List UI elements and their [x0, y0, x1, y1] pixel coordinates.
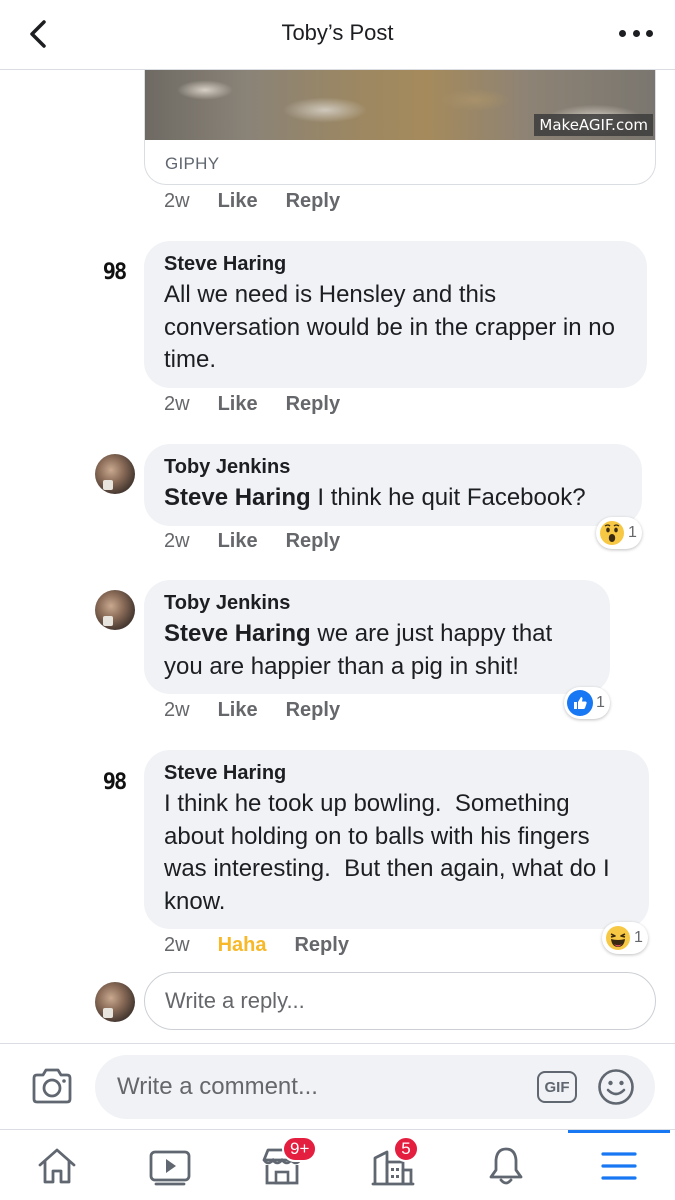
bottom-tab-bar: 9+ 5 — [0, 1129, 675, 1200]
menu-icon — [601, 1152, 637, 1180]
like-button[interactable]: Like — [218, 530, 258, 553]
like-button[interactable]: Like — [218, 190, 258, 213]
gif-source-label: GIPHY — [165, 154, 220, 173]
emoji-button[interactable] — [597, 1068, 635, 1106]
comment-author[interactable]: Toby Jenkins — [164, 456, 622, 479]
comment-bubble[interactable]: Steve Haring I think he took up bowling.… — [144, 750, 649, 929]
gif-button[interactable]: GIF — [537, 1071, 577, 1103]
comment-placeholder: Write a comment... — [117, 1073, 318, 1100]
watch-icon — [149, 1150, 191, 1186]
mention-link[interactable]: Steve Haring — [164, 484, 311, 511]
tab-home[interactable] — [33, 1142, 81, 1190]
avatar[interactable]: 98 — [94, 762, 134, 802]
comment-timestamp: 2w — [164, 190, 190, 212]
comment-text: I think he took up bowling. Something ab… — [164, 788, 629, 918]
comment-meta: 2w Like Reply — [164, 190, 340, 213]
dot-icon — [619, 29, 626, 37]
comment-timestamp: 2w — [164, 934, 190, 956]
gif-image[interactable]: MakeAGIF.com — [145, 70, 655, 140]
home-icon — [38, 1148, 76, 1184]
like-button[interactable]: Like — [218, 699, 258, 722]
reaction-summary[interactable]: 1 — [602, 922, 648, 954]
tab-marketplace[interactable]: 9+ — [258, 1136, 318, 1190]
reaction-summary[interactable]: 1 — [564, 687, 610, 719]
comment-text: Steve Haring I think he quit Facebook? — [164, 482, 622, 515]
comment-composer: Write a comment... GIF — [0, 1043, 675, 1129]
reaction-summary[interactable]: 1 — [596, 517, 642, 549]
reply-button[interactable]: Reply — [286, 393, 340, 416]
avatar[interactable] — [95, 454, 135, 494]
gif-watermark: MakeAGIF.com — [534, 114, 653, 136]
comment-bubble[interactable]: Steve Haring All we need is Hensley and … — [144, 241, 647, 388]
tab-watch[interactable] — [146, 1142, 194, 1190]
avatar-logo-text: 98 — [102, 769, 127, 795]
comment-timestamp: 2w — [164, 393, 190, 415]
avatar — [95, 982, 135, 1022]
avatar[interactable]: 98 — [94, 252, 134, 292]
bell-icon — [489, 1147, 523, 1185]
tab-groups[interactable]: 5 — [369, 1136, 419, 1190]
comment-body: I think he quit Facebook? — [310, 484, 586, 511]
comment-body: All we need is Hensley and this conversa… — [164, 281, 615, 373]
like-button[interactable]: Like — [218, 393, 258, 416]
reply-button[interactable]: Reply — [286, 530, 340, 553]
tab-notifications[interactable] — [482, 1142, 530, 1190]
avatar[interactable] — [95, 590, 135, 630]
reply-button[interactable]: Reply — [286, 699, 340, 722]
comment-input[interactable]: Write a comment... GIF — [95, 1055, 655, 1119]
comment-bubble[interactable]: Toby Jenkins Steve Haring we are just ha… — [144, 580, 610, 694]
comment-body: I think he took up bowling. Something ab… — [164, 790, 617, 915]
page-title: Toby’s Post — [281, 20, 394, 45]
avatar-logo-text: 98 — [102, 259, 127, 285]
reply-button[interactable]: Reply — [294, 934, 348, 957]
comment-meta: 2w Haha Reply — [164, 934, 349, 957]
smiley-icon — [598, 1069, 634, 1105]
notification-badge: 9+ — [282, 1136, 318, 1162]
comment-meta: 2w Like Reply — [164, 699, 340, 722]
mention-link[interactable]: Steve Haring — [164, 620, 311, 647]
reply-button[interactable]: Reply — [286, 190, 340, 213]
dot-icon — [646, 29, 653, 37]
haha-reaction-button[interactable]: Haha — [218, 934, 267, 957]
comment-timestamp: 2w — [164, 530, 190, 552]
camera-button[interactable] — [30, 1066, 74, 1106]
gif-attachment[interactable]: MakeAGIF.com GIPHY — [144, 70, 656, 185]
notification-badge: 5 — [393, 1136, 419, 1162]
top-bar: Toby’s Post — [0, 0, 675, 70]
comment-bubble[interactable]: Toby Jenkins Steve Haring I think he qui… — [144, 444, 642, 526]
wow-emoji-icon — [599, 520, 625, 546]
reaction-count: 1 — [596, 694, 605, 711]
comment-author[interactable]: Steve Haring — [164, 762, 629, 785]
reaction-count: 1 — [628, 524, 637, 541]
comment-text: All we need is Hensley and this conversa… — [164, 279, 627, 377]
more-options-button[interactable] — [619, 24, 653, 42]
active-tab-indicator — [568, 1130, 670, 1133]
comment-meta: 2w Like Reply — [164, 530, 340, 553]
comment-text: Steve Haring we are just happy that you … — [164, 618, 590, 683]
tab-menu[interactable] — [595, 1142, 643, 1190]
like-thumb-icon — [567, 690, 593, 716]
reply-input[interactable]: Write a reply... — [144, 972, 656, 1030]
comment-timestamp: 2w — [164, 699, 190, 721]
dot-icon — [632, 29, 640, 37]
reaction-count: 1 — [634, 929, 643, 946]
comment-author[interactable]: Steve Haring — [164, 253, 627, 276]
comment-author[interactable]: Toby Jenkins — [164, 592, 590, 615]
camera-icon — [32, 1068, 72, 1104]
comment-meta: 2w Like Reply — [164, 393, 340, 416]
haha-emoji-icon — [605, 925, 631, 951]
